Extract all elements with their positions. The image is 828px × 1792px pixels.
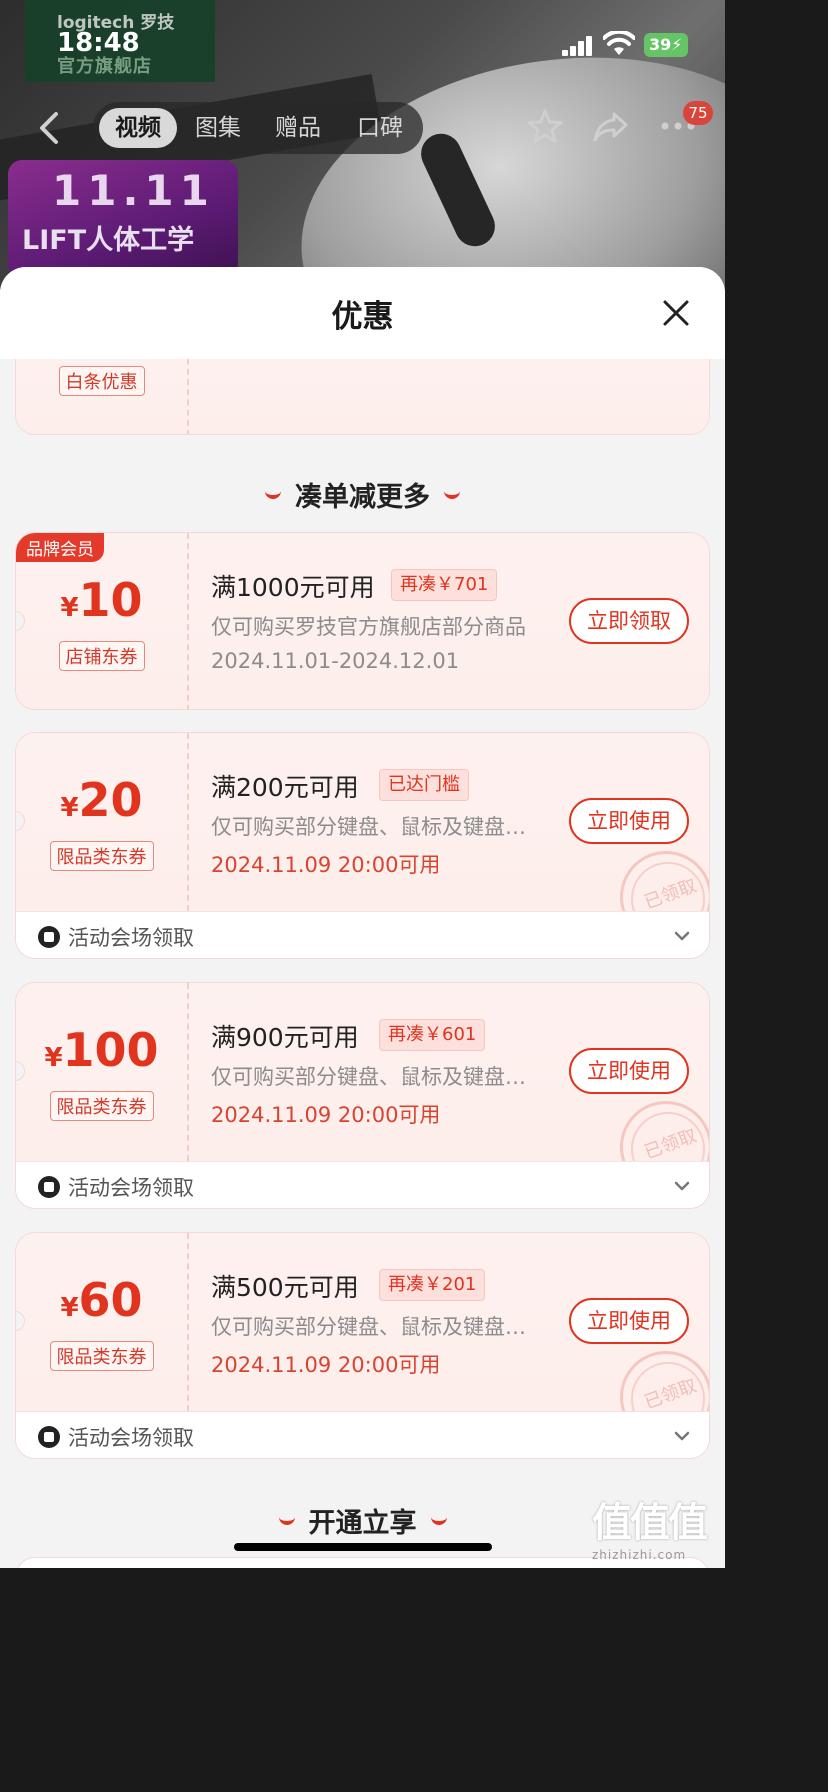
tab-video[interactable]: 视频 xyxy=(99,108,177,148)
coupon-action-button[interactable]: 立即领取 xyxy=(569,598,689,644)
coupon-gap-tag: 再凑￥701 xyxy=(391,569,498,601)
watermark-logo: 值值值 xyxy=(592,1500,708,1546)
coupon-source-icon xyxy=(38,926,60,948)
promo-badge-subtitle: LIFT人体工学 xyxy=(22,225,195,256)
coupon-gap-tag: 再凑￥601 xyxy=(379,1019,486,1051)
smile-icon xyxy=(444,490,460,499)
coupon-validity: 2024.11.09 20:00可用 xyxy=(211,1103,441,1127)
coupon-card: ¥60 限品类东券 满500元可用 再凑￥201 仅可购买部分键盘、鼠标及键盘… 2024… xyxy=(15,1232,710,1459)
close-icon[interactable] xyxy=(662,299,690,327)
wifi-icon xyxy=(603,31,635,55)
coupon-type-tag-text: 限品类东券 xyxy=(49,841,154,871)
coupon-action-button[interactable]: 立即使用 xyxy=(569,798,689,844)
section-title-more-discounts: 凑单减更多 xyxy=(0,475,725,514)
coupon-action-button[interactable]: 立即使用 xyxy=(569,1298,689,1344)
coupon-scope: 仅可购买罗技官方旗舰店部分商品 xyxy=(211,615,526,639)
coupon-validity: 2024.11.09 20:00可用 xyxy=(211,1353,441,1377)
coupon-source-icon xyxy=(38,1176,60,1198)
coupon-type-tag-text: 店铺东券 xyxy=(58,641,145,671)
share-icon[interactable] xyxy=(592,108,630,146)
home-indicator xyxy=(234,1543,492,1551)
coupon-gap-tag: 再凑￥201 xyxy=(379,1269,486,1301)
coupon-amount-value: 10 xyxy=(78,573,143,627)
media-tabs: 视频 图集 赠品 口碑 xyxy=(93,102,423,154)
coupon-type-tag: 限品类东券 xyxy=(16,841,187,871)
currency-symbol: ¥ xyxy=(60,1293,79,1323)
coupon-type-tag: 店铺东券 xyxy=(16,641,187,671)
chevron-down-icon[interactable] xyxy=(672,926,692,946)
chevron-down-icon[interactable] xyxy=(672,1176,692,1196)
coupon-type-tag: 限品类东券 xyxy=(16,1091,187,1121)
coupon-validity: 2024.11.09 20:00可用 xyxy=(211,853,441,877)
brand-member-ribbon: 品牌会员 xyxy=(16,533,104,562)
watermark-url: zhizhizhi.com xyxy=(592,1548,687,1562)
smile-icon xyxy=(265,490,281,499)
battery-indicator: 39⚡ xyxy=(644,33,692,57)
coupon-card: 品牌会员 ¥10 店铺东券 满1000元可用 再凑￥701 仅可购买罗技官方旗舰店部分商品… xyxy=(15,532,710,710)
coupon-type-tag: 限品类东券 xyxy=(16,1341,187,1371)
tab-gifts[interactable]: 赠品 xyxy=(263,108,333,148)
coupon-scope: 仅可购买部分键盘、鼠标及键盘… xyxy=(211,1315,526,1339)
battery-level: 39 xyxy=(649,35,672,54)
coupon-card: ¥100 限品类东券 满900元可用 再凑￥601 仅可购买部分键盘、鼠标及键盘… 202… xyxy=(15,982,710,1209)
coupon-condition: 满200元可用 xyxy=(211,773,359,802)
coupon-sheet: 优惠 白条优惠 优惠 凑单减更多 品牌会员¥10店铺东券满1000元可用再凑￥7… xyxy=(0,267,725,1568)
coupon-footer[interactable]: 活动会场领取 xyxy=(16,911,709,958)
currency-symbol: ¥ xyxy=(44,1043,63,1073)
coupon-amount-value: 60 xyxy=(78,1273,143,1327)
promo-badge-title: 11.11 xyxy=(52,166,215,215)
status-time: 18:48 xyxy=(57,28,140,58)
sheet-title-text: 优惠 xyxy=(331,299,394,335)
coupon-amount-value: 20 xyxy=(78,773,143,827)
coupon-card: ¥20 限品类东券 满200元可用 已达门槛仅可购买部分键盘、鼠标及键盘… 2024.1… xyxy=(15,732,710,959)
cellular-signal-icon xyxy=(562,36,594,56)
coupon-divider xyxy=(187,1233,189,1411)
back-icon[interactable] xyxy=(34,110,64,146)
coupon-condition: 满900元可用 xyxy=(211,1023,359,1052)
coupon-footer[interactable]: 活动会场领取 xyxy=(16,1411,709,1458)
coupon-amount: ¥10 xyxy=(16,573,187,627)
section-title-text: 开通立享 xyxy=(308,1508,417,1539)
watermark: 值值值 zhizhizhi.com xyxy=(592,1490,722,1568)
chevron-down-icon[interactable] xyxy=(672,1426,692,1446)
claimed-stamp-text: 已领取 xyxy=(641,875,700,914)
currency-symbol: ¥ xyxy=(60,793,79,823)
coupon-divider xyxy=(187,733,189,911)
coupon-amount-value: 100 xyxy=(62,1023,159,1077)
currency-symbol: ¥ xyxy=(60,593,79,623)
section-title-text: 凑单减更多 xyxy=(295,482,430,513)
coupon-divider xyxy=(187,533,189,709)
claimed-stamp-text: 已领取 xyxy=(641,1375,700,1414)
claimed-stamp-text: 已领取 xyxy=(641,1125,700,1164)
coupon-scope: 仅可购买部分键盘、鼠标及键盘… xyxy=(211,815,526,839)
tab-gallery[interactable]: 图集 xyxy=(183,108,253,148)
coupon-amount: ¥20 xyxy=(16,773,187,827)
smile-icon xyxy=(430,1516,447,1525)
promo-badge: 11.11 LIFT人体工学 xyxy=(8,160,238,278)
coupon-type-tag-text: 限品类东券 xyxy=(49,1341,154,1371)
coupon-validity: 2024.11.01-2024.12.01 xyxy=(211,649,460,673)
coupon-source-label: 活动会场领取 xyxy=(68,926,194,950)
tab-reviews[interactable]: 口碑 xyxy=(345,108,415,148)
coupon-amount: ¥100 xyxy=(16,1023,187,1077)
coupon-source-icon xyxy=(38,1426,60,1448)
star-icon[interactable] xyxy=(526,108,564,146)
status-bar: 18:48 39⚡ xyxy=(0,0,725,90)
coupon-source-label: 活动会场领取 xyxy=(68,1426,194,1450)
coupon-type-tag: 白条优惠 xyxy=(16,366,187,396)
coupon-type-tag-text: 白条优惠 xyxy=(58,366,145,396)
coupon-condition: 满500元可用 xyxy=(211,1273,359,1302)
coupon-source-label: 活动会场领取 xyxy=(68,1176,194,1200)
smile-icon xyxy=(278,1516,295,1525)
coupon-divider xyxy=(187,983,189,1161)
coupon-action-button[interactable]: 立即使用 xyxy=(569,1048,689,1094)
coupon-amount: ¥60 xyxy=(16,1273,187,1327)
coupon-scope: 仅可购买部分键盘、鼠标及键盘… xyxy=(211,1065,526,1089)
coupon-condition: 满1000元可用 xyxy=(211,573,375,602)
sheet-header-overlay: 优惠 xyxy=(0,267,725,359)
coupon-type-tag-text: 限品类东券 xyxy=(49,1091,154,1121)
notification-badge: 75 xyxy=(683,101,713,125)
coupon-footer[interactable]: 活动会场领取 xyxy=(16,1161,709,1208)
coupon-gap-tag: 已达门槛 xyxy=(379,769,469,801)
